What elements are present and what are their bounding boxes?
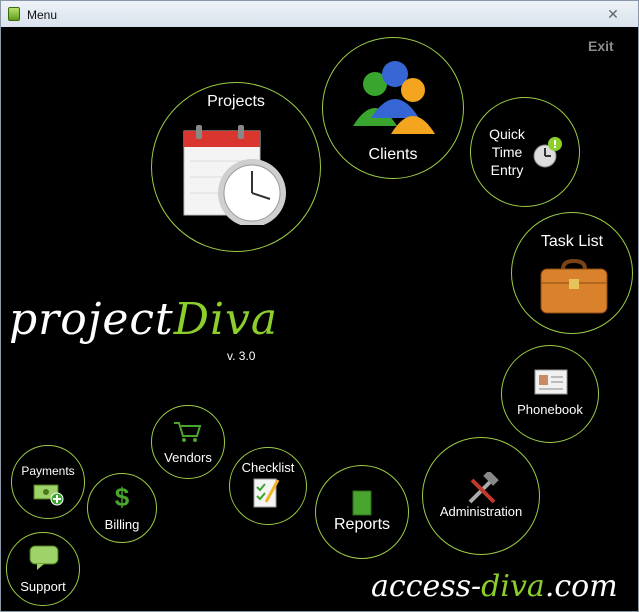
dollar-icon: $: [114, 482, 130, 512]
footer-diva: diva: [481, 569, 545, 604]
reports-button[interactable]: Reports: [315, 465, 409, 559]
close-button[interactable]: ✕: [605, 6, 621, 22]
shopping-cart-icon: [174, 422, 202, 442]
briefcase-icon: [540, 258, 608, 314]
checklist-label: Checklist: [241, 460, 295, 475]
administration-label: Administration: [439, 504, 523, 519]
administration-button[interactable]: Administration: [422, 437, 540, 555]
reports-label: Reports: [333, 516, 391, 533]
projects-button[interactable]: Projects: [151, 82, 321, 252]
title-bar: Menu ✕: [1, 1, 638, 28]
logo-project: project: [9, 294, 174, 345]
app-icon: [8, 7, 20, 21]
quick-time-line1: Quick: [489, 126, 525, 142]
quick-time-line3: Entry: [490, 162, 524, 178]
footer-com: .com: [544, 569, 618, 604]
projects-label: Projects: [207, 93, 265, 110]
calendar-clock-icon: [183, 125, 286, 225]
task-list-label: Task List: [540, 233, 604, 250]
project-diva-logo: projectDiva: [9, 294, 278, 345]
clients-label: Clients: [368, 146, 418, 163]
tools-icon: [468, 472, 499, 504]
payments-label: Payments: [21, 464, 75, 478]
vendors-label: Vendors: [164, 450, 212, 465]
payments-button[interactable]: Payments: [11, 445, 85, 519]
chat-bubble-icon: [29, 545, 59, 570]
quick-time-entry-button[interactable]: Quick Time Entry: [470, 97, 580, 207]
billing-button[interactable]: $ Billing: [87, 473, 157, 543]
quick-time-line2: Time: [491, 144, 523, 160]
clients-button[interactable]: Clients: [322, 37, 464, 179]
checklist-button[interactable]: Checklist: [229, 447, 307, 525]
clock-alert-icon: [533, 137, 562, 168]
support-label: Support: [20, 579, 66, 594]
support-button[interactable]: Support: [6, 532, 80, 606]
logo-diva: Diva: [173, 294, 279, 345]
access-diva-logo: access-diva.com: [371, 569, 618, 604]
window-title: Menu: [27, 8, 58, 22]
menu-window: Menu ✕ Exit Projects Clients Quick Time …: [0, 0, 639, 612]
phonebook-label: Phonebook: [517, 402, 583, 417]
main-menu-area: Exit Projects Clients Quick Time Entry T…: [1, 27, 638, 611]
version-label: v. 3.0: [227, 349, 256, 363]
book-icon: [352, 490, 372, 516]
checklist-icon: [253, 478, 280, 508]
exit-button[interactable]: Exit: [588, 38, 614, 54]
contact-card-icon: [534, 369, 568, 395]
footer-access: access-: [371, 569, 482, 604]
people-icon: [353, 61, 435, 134]
billing-label: Billing: [104, 517, 140, 532]
phonebook-button[interactable]: Phonebook: [501, 345, 599, 443]
vendors-button[interactable]: Vendors: [151, 405, 225, 479]
task-list-button[interactable]: Task List: [511, 212, 633, 334]
money-icon: [33, 484, 64, 506]
